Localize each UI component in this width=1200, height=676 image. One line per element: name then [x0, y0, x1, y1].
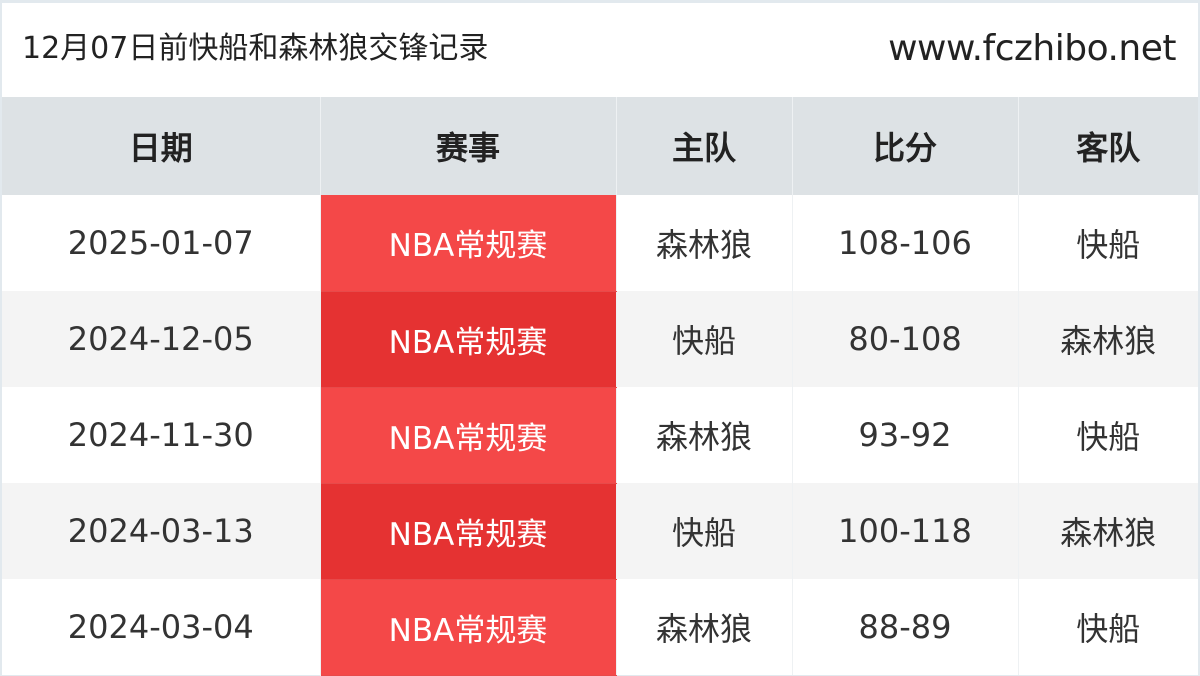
matchup-table: 日期 赛事 主队 比分 客队 2025-01-07 NBA常规赛 森林狼 108… — [2, 97, 1198, 676]
away-team-cell: 快船 — [1076, 610, 1141, 648]
away-team-cell: 快船 — [1076, 226, 1141, 264]
event-cell: NBA常规赛 — [320, 483, 617, 580]
away-team-cell: 快船 — [1076, 418, 1141, 456]
date-cell: 2024-03-13 — [2, 483, 321, 579]
column-header-event: 赛事 — [320, 97, 617, 195]
home-team-cell: 森林狼 — [616, 387, 793, 483]
table-row: 2025-01-07 NBA常规赛 森林狼 108-106 快船 — [2, 195, 1198, 292]
away-team-cell: 森林狼 — [1060, 514, 1157, 552]
table-row: 2024-11-30 NBA常规赛 森林狼 93-92 快船 — [2, 387, 1198, 484]
table-header-row: 日期 赛事 主队 比分 客队 — [2, 97, 1198, 195]
page-frame: 12月07日前快船和森林狼交锋记录 www.fczhibo.net 日期 赛事 … — [2, 3, 1198, 676]
table-row: 2024-12-05 NBA常规赛 快船 80-108 森林狼 — [2, 291, 1198, 388]
away-team-cell: 森林狼 — [1060, 322, 1157, 360]
column-header-away: 客队 — [1076, 129, 1141, 167]
date-cell: 2025-01-07 — [2, 195, 321, 291]
event-cell: NBA常规赛 — [320, 579, 617, 676]
event-cell: NBA常规赛 — [320, 291, 617, 388]
column-header-home: 主队 — [616, 97, 793, 195]
column-header-score: 比分 — [792, 97, 1019, 195]
score-cell: 93-92 — [792, 387, 1019, 483]
table-row: 2024-03-13 NBA常规赛 快船 100-118 森林狼 — [2, 483, 1198, 580]
score-cell: 108-106 — [792, 195, 1019, 291]
home-team-cell: 快船 — [616, 291, 793, 387]
home-team-cell: 森林狼 — [616, 579, 793, 675]
score-cell: 100-118 — [792, 483, 1019, 579]
date-cell: 2024-11-30 — [2, 387, 321, 483]
page-header: 12月07日前快船和森林狼交锋记录 www.fczhibo.net — [2, 3, 1198, 97]
date-cell: 2024-03-04 — [2, 579, 321, 675]
score-cell: 88-89 — [792, 579, 1019, 675]
home-team-cell: 快船 — [616, 483, 793, 579]
score-cell: 80-108 — [792, 291, 1019, 387]
event-cell: NBA常规赛 — [320, 195, 617, 292]
site-url[interactable]: www.fczhibo.net — [888, 27, 1176, 71]
home-team-cell: 森林狼 — [616, 195, 793, 291]
page-title: 12月07日前快船和森林狼交锋记录 — [22, 31, 489, 66]
date-cell: 2024-12-05 — [2, 291, 321, 387]
column-header-date: 日期 — [2, 97, 321, 195]
table-row: 2024-03-04 NBA常规赛 森林狼 88-89 快船 — [2, 579, 1198, 676]
event-cell: NBA常规赛 — [320, 387, 617, 484]
